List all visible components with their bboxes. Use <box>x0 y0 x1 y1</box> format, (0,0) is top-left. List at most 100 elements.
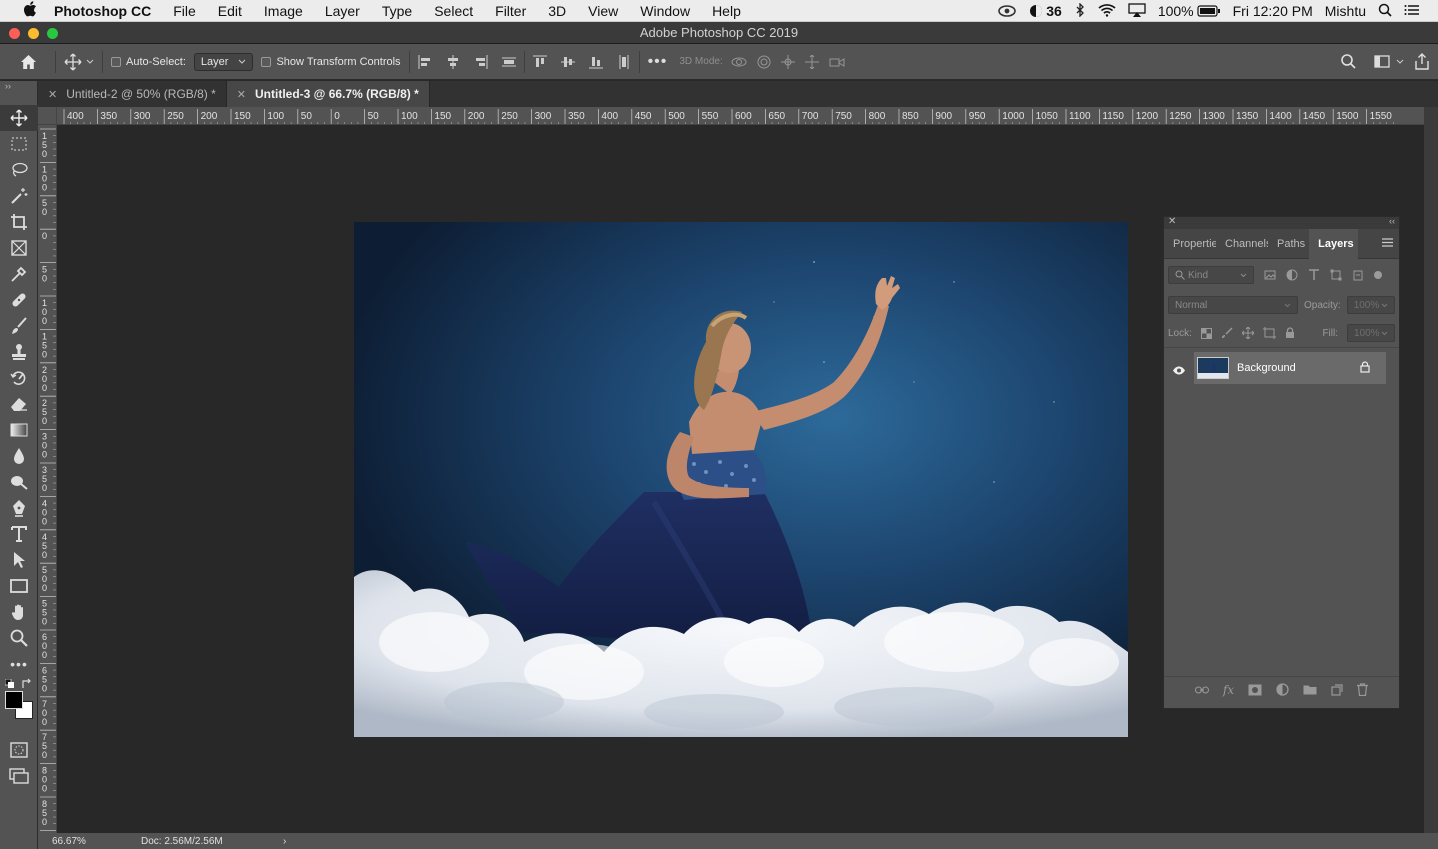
night-status[interactable]: 36 <box>1029 3 1062 19</box>
collapse-panel-icon[interactable]: ‹‹ <box>1389 216 1395 226</box>
new-group-folder-icon[interactable] <box>1303 684 1317 695</box>
layer-lock-icon[interactable] <box>1360 361 1370 376</box>
show-transform-controls-checkbox[interactable] <box>261 56 272 67</box>
fill-input[interactable]: 100% <box>1347 324 1395 342</box>
menu-layer[interactable]: Layer <box>314 3 371 19</box>
link-layers-icon[interactable] <box>1194 686 1209 694</box>
edit-toolbar-icon[interactable]: ••• <box>0 651 38 677</box>
filter-adjustment-icon[interactable] <box>1286 269 1298 281</box>
align-right-icon[interactable] <box>474 54 488 69</box>
menu-help[interactable]: Help <box>701 3 752 19</box>
auto-select-dropdown[interactable]: Layer <box>193 52 254 71</box>
search-icon[interactable] <box>1341 54 1356 69</box>
new-layer-icon[interactable] <box>1331 683 1343 696</box>
layer-row-background[interactable]: Background <box>1194 352 1386 384</box>
blur-tool[interactable] <box>0 443 38 469</box>
delete-layer-trash-icon[interactable] <box>1357 683 1369 696</box>
horizontal-ruler[interactable]: 400 350 300 250 200 150 100 50 0 50 100 150 200 250 30… <box>38 107 1424 125</box>
blend-mode-dropdown[interactable]: Normal <box>1168 296 1298 314</box>
orbit-3d-icon[interactable] <box>731 55 747 69</box>
menu-edit[interactable]: Edit <box>207 3 253 19</box>
battery-status[interactable]: 100% <box>1158 3 1221 19</box>
magic-wand-tool[interactable] <box>0 183 38 209</box>
airplay-icon[interactable] <box>1128 2 1146 20</box>
distribute-icon[interactable] <box>501 55 516 69</box>
lock-artboard-icon[interactable] <box>1262 327 1276 339</box>
lock-image-pixels-icon[interactable] <box>1221 327 1233 339</box>
menu-image[interactable]: Image <box>253 3 314 19</box>
slide-3d-icon[interactable] <box>804 54 819 69</box>
scrollbar-right[interactable] <box>1424 107 1438 833</box>
gradient-tool[interactable] <box>0 417 38 443</box>
scale-3d-icon[interactable] <box>829 56 845 68</box>
notification-center-icon[interactable] <box>1404 3 1420 19</box>
workspace-switcher[interactable] <box>1374 55 1404 68</box>
tab-paths[interactable]: Paths <box>1268 229 1309 259</box>
opacity-input[interactable]: 100% <box>1346 296 1395 314</box>
zoom-window-button[interactable] <box>47 28 58 39</box>
close-window-button[interactable] <box>9 28 20 39</box>
more-options-icon[interactable]: ••• <box>648 53 668 71</box>
lock-transparent-pixels-icon[interactable] <box>1200 327 1212 339</box>
creative-cloud-icon[interactable] <box>997 3 1017 20</box>
wifi-icon[interactable] <box>1098 3 1116 20</box>
screen-mode-button[interactable] <box>0 763 38 789</box>
brush-tool[interactable] <box>0 313 38 339</box>
menu-view[interactable]: View <box>577 3 629 19</box>
move-tool-options-icon[interactable] <box>64 53 94 71</box>
bluetooth-icon[interactable] <box>1074 1 1086 20</box>
lock-all-icon[interactable] <box>1285 327 1295 339</box>
align-left-icon[interactable] <box>418 54 432 69</box>
default-colors-icon[interactable] <box>5 679 15 689</box>
frame-tool[interactable] <box>0 235 38 261</box>
layer-filter-kind[interactable]: Kind <box>1168 266 1254 284</box>
menu-window[interactable]: Window <box>629 3 701 19</box>
spotlight-search-icon[interactable] <box>1378 3 1392 20</box>
new-fill-adjustment-layer-icon[interactable] <box>1276 683 1289 696</box>
pen-tool[interactable] <box>0 495 38 521</box>
align-top-icon[interactable] <box>532 55 547 69</box>
hand-tool[interactable] <box>0 599 38 625</box>
minimize-window-button[interactable] <box>28 28 39 39</box>
eraser-tool[interactable] <box>0 391 38 417</box>
menu-3d[interactable]: 3D <box>537 3 577 19</box>
tab-properties[interactable]: Properties <box>1164 229 1216 259</box>
close-panel-icon[interactable]: ✕ <box>1168 216 1176 227</box>
home-icon[interactable] <box>9 54 47 70</box>
tab-untitled-3[interactable]: ✕ Untitled-3 @ 66.7% (RGB/8) * <box>226 81 430 107</box>
align-horizontal-center-icon[interactable] <box>446 54 460 69</box>
menu-type[interactable]: Type <box>371 3 423 19</box>
eyedropper-tool[interactable] <box>0 261 38 287</box>
history-brush-tool[interactable] <box>0 365 38 391</box>
zoom-level[interactable]: 66.67% <box>52 836 112 847</box>
filter-smart-object-icon[interactable] <box>1352 269 1364 281</box>
menu-app-name[interactable]: Photoshop CC <box>42 3 162 19</box>
tab-untitled-2[interactable]: ✕ Untitled-2 @ 50% (RGB/8) * <box>38 81 227 107</box>
panel-menu-icon[interactable] <box>1382 237 1393 250</box>
clock[interactable]: Fri 12:20 PM <box>1233 3 1313 19</box>
menu-file[interactable]: File <box>162 3 207 19</box>
visibility-eye-icon[interactable] <box>1172 362 1186 380</box>
align-bottom-icon[interactable] <box>588 55 603 69</box>
clone-stamp-tool[interactable] <box>0 339 38 365</box>
document-canvas[interactable] <box>354 222 1128 737</box>
tab-channels[interactable]: Channels <box>1216 229 1268 259</box>
distribute-vertical-icon[interactable] <box>617 54 631 69</box>
rectangle-tool[interactable] <box>0 573 38 599</box>
quick-mask-button[interactable] <box>0 737 38 763</box>
add-layer-style-icon[interactable]: fx <box>1223 683 1234 697</box>
type-tool[interactable] <box>0 521 38 547</box>
foreground-color-swatch[interactable] <box>5 691 23 709</box>
user-name[interactable]: Mishtu <box>1325 3 1366 19</box>
move-tool[interactable] <box>0 105 38 131</box>
apple-icon[interactable] <box>18 0 42 21</box>
lasso-tool[interactable] <box>0 157 38 183</box>
dodge-tool[interactable] <box>0 469 38 495</box>
tab-layers[interactable]: Layers <box>1309 228 1358 259</box>
menu-filter[interactable]: Filter <box>484 3 537 19</box>
ruler-origin[interactable] <box>38 107 57 125</box>
align-vertical-center-icon[interactable] <box>560 55 575 69</box>
pan-3d-icon[interactable] <box>780 54 795 69</box>
crop-tool[interactable] <box>0 209 38 235</box>
filter-type-icon[interactable] <box>1308 269 1320 281</box>
